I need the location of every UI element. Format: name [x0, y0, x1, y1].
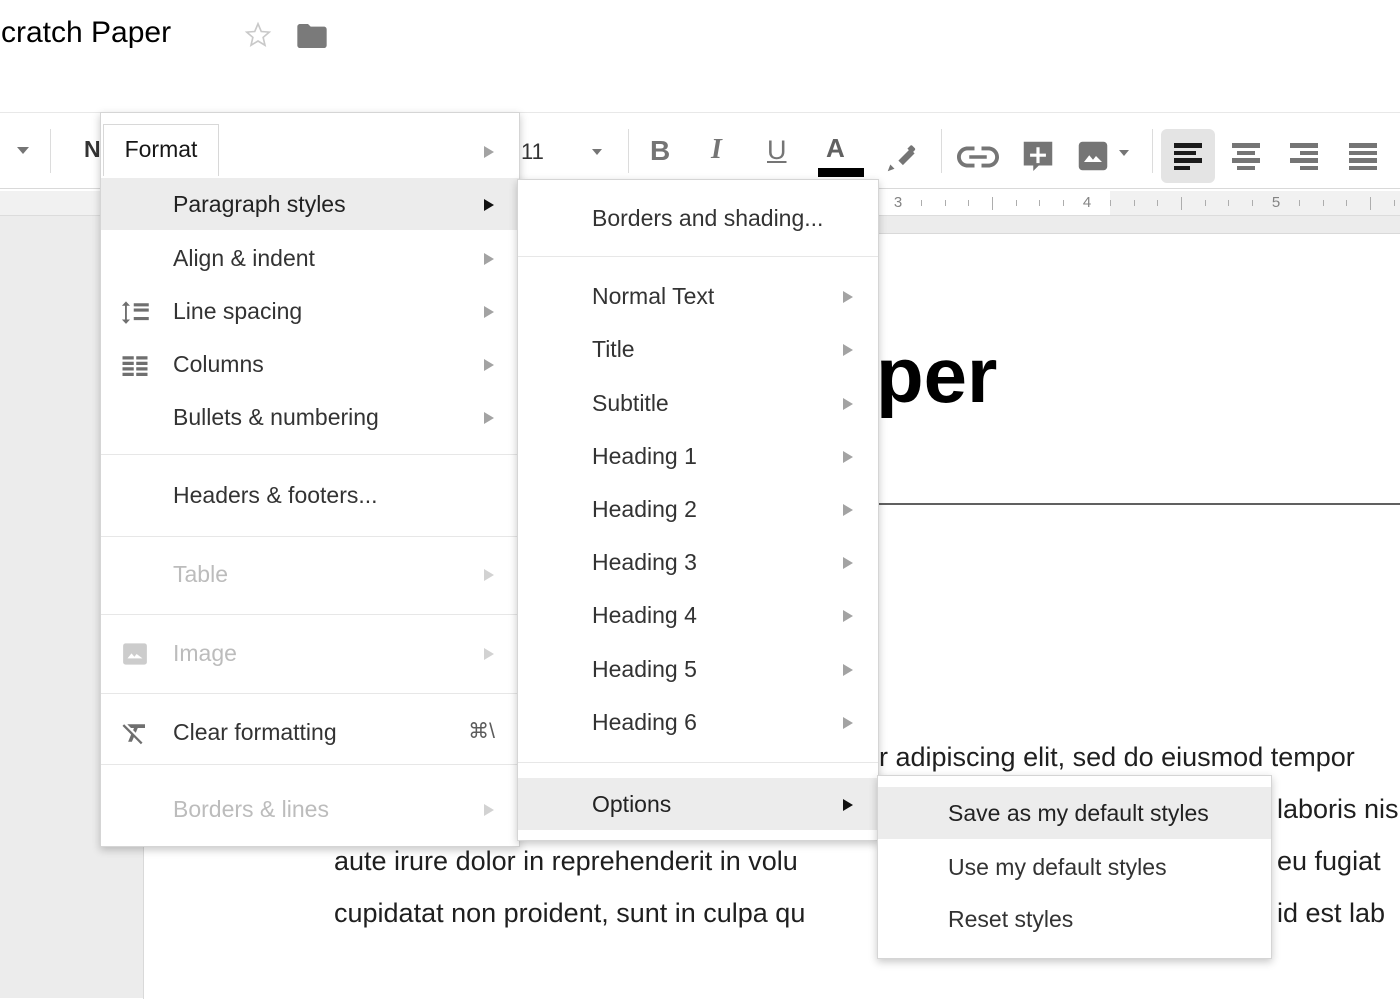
menu-item-paragraph-styles[interactable]: Paragraph styles	[101, 178, 519, 230]
ruler-number: 4	[1080, 194, 1094, 211]
menu-item-image: Image	[101, 627, 519, 679]
line-spacing-icon	[120, 297, 150, 327]
doc-text-line: r adipiscing elit, sed do eiusmod tempor	[879, 742, 1355, 773]
menu-item-columns[interactable]: Columns	[101, 338, 519, 390]
menu-item-heading-1[interactable]: Heading 1	[518, 430, 878, 482]
insert-image-icon[interactable]	[1075, 138, 1111, 179]
format-menu: Text Paragraph styles Align & indent Lin…	[100, 112, 520, 847]
insert-image-caret-icon[interactable]	[1119, 150, 1129, 156]
menu-item-headers-footers[interactable]: Headers & footers...	[101, 469, 519, 521]
menu-item-bullets-numbering[interactable]: Bullets & numbering	[101, 391, 519, 443]
menu-item-table: Table	[101, 548, 519, 600]
doc-text-line: id est lab	[1277, 898, 1385, 929]
menu-item-clear-formatting[interactable]: Clear formatting ⌘\	[101, 706, 519, 758]
menu-item-align-indent[interactable]: Align & indent	[101, 232, 519, 284]
menu-item-save-default-styles[interactable]: Save as my default styles	[878, 787, 1271, 839]
doc-text-line: cupidatat non proident, sunt in culpa qu	[334, 898, 805, 929]
submenu-arrow-icon	[843, 291, 853, 303]
menu-item-borders-shading[interactable]: Borders and shading...	[518, 192, 878, 244]
text-color-button[interactable]: A	[826, 133, 845, 164]
submenu-arrow-icon	[484, 648, 494, 660]
font-size-value[interactable]: 11	[521, 139, 544, 165]
align-center-icon[interactable]	[1232, 143, 1260, 170]
submenu-arrow-icon	[484, 199, 494, 211]
doc-text-line: aute irure dolor in reprehenderit in vol…	[334, 846, 798, 877]
ruler-number: 5	[1269, 194, 1283, 211]
submenu-arrow-icon	[484, 253, 494, 265]
highlight-pen-icon[interactable]	[884, 139, 920, 180]
submenu-arrow-icon	[843, 717, 853, 729]
submenu-arrow-icon	[843, 344, 853, 356]
menu-item-reset-styles[interactable]: Reset styles	[878, 893, 1271, 945]
submenu-arrow-icon	[843, 451, 853, 463]
submenu-arrow-icon	[484, 412, 494, 424]
move-folder-icon[interactable]	[296, 22, 328, 55]
doc-heading-fragment: per	[876, 330, 997, 421]
menubar: Insert Format Tools Add-ons Help All cha…	[0, 62, 1400, 112]
menu-item-options[interactable]: Options	[518, 778, 878, 830]
submenu-arrow-icon	[843, 799, 853, 811]
menu-item-heading-4[interactable]: Heading 4	[518, 589, 878, 641]
options-menu: Save as my default styles Use my default…	[877, 775, 1272, 959]
submenu-arrow-icon	[484, 804, 494, 816]
align-left-icon	[1174, 143, 1202, 170]
image-icon	[120, 639, 150, 669]
menu-item-heading-5[interactable]: Heading 5	[518, 643, 878, 695]
insert-link-icon[interactable]	[957, 146, 999, 173]
toolbar-overflow-caret-icon[interactable]	[17, 147, 29, 154]
star-icon[interactable]	[243, 20, 273, 55]
menu-item-borders-lines: Borders & lines	[101, 783, 519, 835]
paragraph-style-dropdown[interactable]: N	[84, 136, 101, 163]
menu-item-subtitle[interactable]: Subtitle	[518, 377, 878, 429]
text-color-swatch	[818, 168, 864, 177]
submenu-arrow-icon	[843, 664, 853, 676]
submenu-arrow-icon	[484, 306, 494, 318]
submenu-arrow-icon	[843, 557, 853, 569]
submenu-arrow-icon	[843, 610, 853, 622]
menu-item-line-spacing[interactable]: Line spacing	[101, 285, 519, 337]
italic-button[interactable]: I	[711, 134, 722, 166]
align-justify-icon[interactable]	[1349, 143, 1377, 170]
menu-item-normal-text[interactable]: Normal Text	[518, 270, 878, 322]
menubar-item-format[interactable]: Format	[103, 124, 219, 176]
menu-item-heading-3[interactable]: Heading 3	[518, 536, 878, 588]
app: { "window": { "doc_title_fragment": "cra…	[0, 0, 1400, 998]
shortcut-label: ⌘\	[468, 706, 495, 758]
align-right-icon[interactable]	[1290, 143, 1318, 170]
menu-item-use-default-styles[interactable]: Use my default styles	[878, 841, 1271, 893]
menu-item-heading-6[interactable]: Heading 6	[518, 696, 878, 748]
ruler-number: 3	[891, 194, 905, 211]
paragraph-styles-menu: Borders and shading... Normal Text Title…	[517, 179, 879, 841]
doc-text-line: laboris nisi	[1277, 794, 1400, 825]
add-comment-icon[interactable]	[1019, 137, 1057, 180]
underline-button[interactable]: U	[767, 135, 787, 166]
doc-text-line: eu fugiat	[1277, 846, 1381, 877]
submenu-arrow-icon	[484, 359, 494, 371]
bold-button[interactable]: B	[650, 135, 670, 167]
menu-item-heading-2[interactable]: Heading 2	[518, 483, 878, 535]
columns-icon	[120, 350, 150, 380]
header: cratch Paper	[0, 0, 1400, 62]
submenu-arrow-icon	[843, 504, 853, 516]
submenu-arrow-icon	[484, 146, 494, 158]
submenu-arrow-icon	[843, 398, 853, 410]
menu-item-title[interactable]: Title	[518, 323, 878, 375]
document-title[interactable]: cratch Paper	[1, 16, 171, 50]
font-size-caret-icon[interactable]	[592, 149, 602, 155]
submenu-arrow-icon	[484, 569, 494, 581]
clear-formatting-icon	[120, 718, 150, 748]
